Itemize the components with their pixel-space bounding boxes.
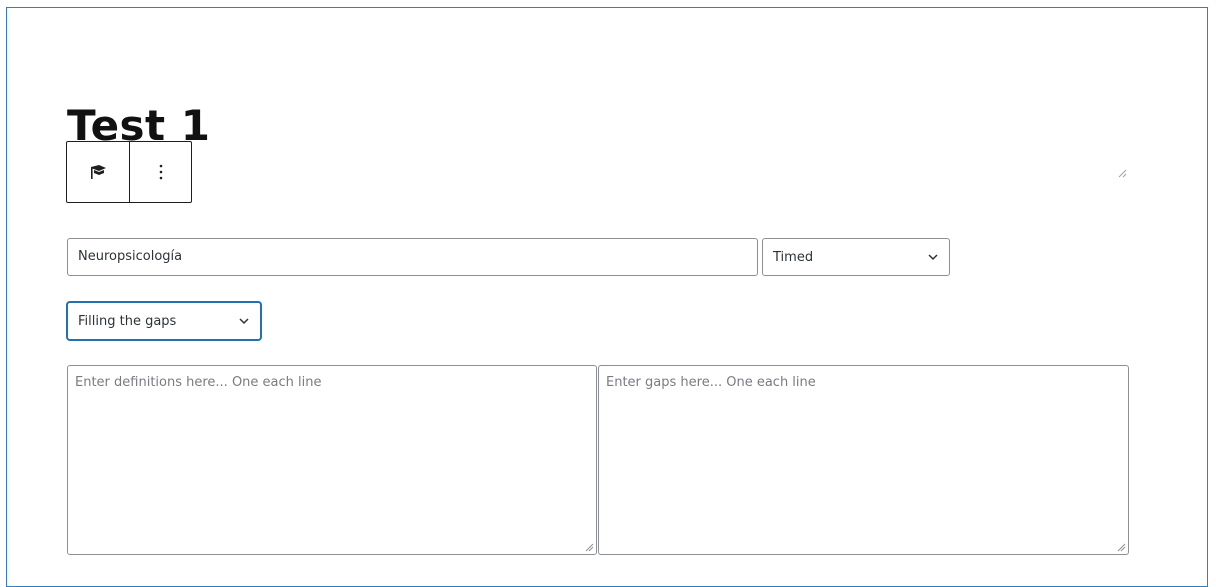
graduation-cap-icon [91, 165, 106, 179]
quiz-mode-selected: Timed [773, 249, 814, 265]
quiz-type-select[interactable]: Filling the gaps [67, 302, 261, 340]
quiz-mode-select[interactable]: Timed [762, 238, 950, 276]
more-vertical-icon [159, 164, 162, 180]
chevron-down-icon [239, 318, 249, 325]
definitions-textarea[interactable]: Enter definitions here... One each line [67, 365, 597, 555]
quiz-type-selected: Filling the gaps [78, 313, 177, 329]
block-toolbar [66, 141, 192, 203]
gaps-textarea[interactable]: Enter gaps here... One each line [598, 365, 1129, 555]
chevron-down-icon [928, 254, 938, 261]
resize-grip-icon[interactable] [585, 543, 594, 552]
gaps-placeholder: Enter gaps here... One each line [606, 375, 816, 390]
block-type-button[interactable] [67, 142, 129, 202]
quiz-name-input[interactable]: Neuropsicología [67, 238, 758, 276]
resize-grip-icon[interactable] [1117, 543, 1126, 552]
definitions-placeholder: Enter definitions here... One each line [75, 375, 322, 390]
block-options-button[interactable] [129, 142, 191, 202]
title-resize-handle-icon[interactable] [1117, 168, 1127, 178]
quiz-name-value: Neuropsicología [78, 249, 183, 264]
